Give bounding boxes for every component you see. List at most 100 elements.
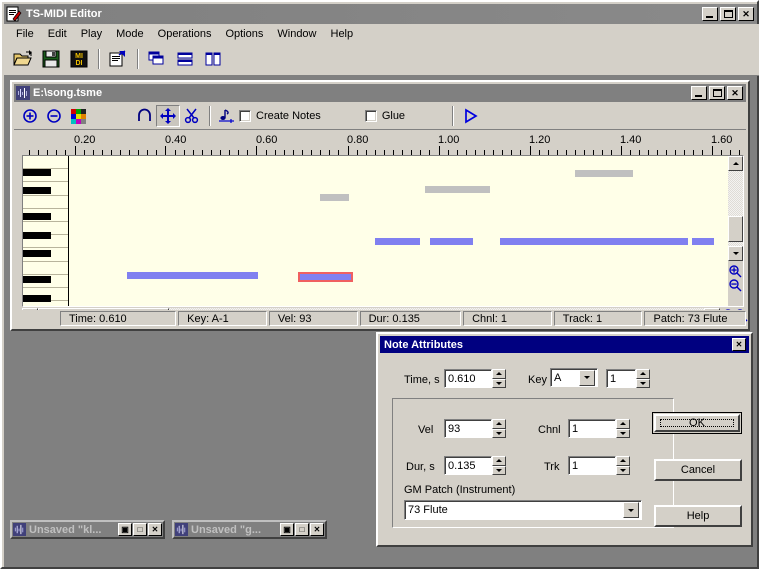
menu-file[interactable]: File <box>9 26 41 42</box>
octave-spinner[interactable] <box>636 369 650 388</box>
save-file-button[interactable] <box>38 47 64 72</box>
maximize-button[interactable] <box>720 7 736 21</box>
play-triangle-icon[interactable] <box>458 105 482 127</box>
note[interactable] <box>375 238 420 245</box>
piano-white-key[interactable] <box>23 195 68 209</box>
note-ghost[interactable] <box>425 186 490 193</box>
app-title: TS-MIDI Editor <box>26 8 102 20</box>
ok-button[interactable]: OK <box>652 412 742 434</box>
editor-close-button[interactable]: ✕ <box>727 86 743 100</box>
chnl-field[interactable]: 1 <box>568 419 616 438</box>
dialog-title: Note Attributes <box>384 338 464 351</box>
menu-play[interactable]: Play <box>74 26 109 42</box>
note[interactable] <box>430 238 473 245</box>
note-tool-icon[interactable] <box>215 105 239 127</box>
gm-patch-value: 73 Flute <box>408 504 448 516</box>
piano-keyboard[interactable] <box>23 156 69 306</box>
chevron-down-icon[interactable] <box>623 502 639 518</box>
menu-mode[interactable]: Mode <box>109 26 151 42</box>
ruler-tick <box>621 146 622 155</box>
trk-field[interactable]: 1 <box>568 456 616 475</box>
ruler-label: 0.20 <box>74 134 96 146</box>
piano-black-key[interactable] <box>23 231 51 239</box>
ruler-tick <box>439 146 440 155</box>
menu-help[interactable]: Help <box>324 26 361 42</box>
time-field[interactable]: 0.610 <box>444 369 492 388</box>
window-controls: ✕ <box>702 7 754 21</box>
help-button[interactable]: Help <box>654 505 742 527</box>
note[interactable] <box>692 238 714 245</box>
piano-black-key[interactable] <box>23 213 51 221</box>
vertical-zoom-out-icon[interactable] <box>728 278 742 295</box>
close-button[interactable]: ✕ <box>738 7 754 21</box>
scissors-icon[interactable] <box>180 105 204 127</box>
piano-black-key[interactable] <box>23 250 51 258</box>
close-button[interactable]: ✕ <box>310 523 324 536</box>
menu-edit[interactable]: Edit <box>41 26 74 42</box>
trk-spinner[interactable] <box>616 456 630 475</box>
cancel-button[interactable]: Cancel <box>654 459 742 481</box>
maximize-button[interactable]: □ <box>295 523 309 536</box>
note[interactable] <box>500 238 688 245</box>
zoom-out-icon[interactable] <box>42 105 66 127</box>
tile-vertical-button[interactable] <box>200 47 226 72</box>
menu-options[interactable]: Options <box>218 26 270 42</box>
tile-horizontal-button[interactable] <box>172 47 198 72</box>
editor-toolbar-separator <box>204 105 215 127</box>
note-grid[interactable] <box>70 156 727 306</box>
minimized-window-kl[interactable]: Unsaved "kl... ▣ □ ✕ <box>10 520 165 539</box>
midi-button[interactable]: MI DI <box>66 47 92 72</box>
restore-button[interactable]: ▣ <box>280 523 294 536</box>
piano-white-key[interactable] <box>23 156 68 170</box>
minimized-window-g[interactable]: Unsaved "g... ▣ □ ✕ <box>172 520 327 539</box>
minimize-button[interactable] <box>702 7 718 21</box>
vel-field[interactable]: 93 <box>444 419 492 438</box>
maximize-button[interactable]: □ <box>133 523 147 536</box>
zoom-in-icon[interactable] <box>18 105 42 127</box>
open-file-button[interactable] <box>10 47 36 72</box>
glue-checkbox[interactable] <box>364 110 377 122</box>
status-chnl: Chnl: 1 <box>463 311 552 326</box>
note[interactable] <box>127 272 258 279</box>
time-ruler[interactable]: 0.20 0.40 0.60 0.80 1.00 1.20 1.40 1.60 <box>22 133 744 156</box>
piano-black-key[interactable] <box>23 168 51 176</box>
scroll-up-button[interactable] <box>728 156 743 171</box>
note-selected[interactable] <box>298 272 353 282</box>
editor-maximize-button[interactable] <box>709 86 725 100</box>
note-ghost[interactable] <box>575 170 633 177</box>
note-ghost[interactable] <box>320 194 349 201</box>
piano-black-key[interactable] <box>23 294 51 302</box>
help-button-label: Help <box>686 510 710 522</box>
octave-field[interactable]: 1 <box>606 369 636 388</box>
scroll-down-button[interactable] <box>728 246 743 261</box>
minimized-window-title: Unsaved "kl... <box>29 523 102 536</box>
create-notes-checkbox[interactable] <box>239 110 251 122</box>
close-button[interactable]: ✕ <box>148 523 162 536</box>
cascade-windows-button[interactable] <box>144 47 170 72</box>
menu-window[interactable]: Window <box>270 26 323 42</box>
color-palette-icon[interactable] <box>66 105 90 127</box>
properties-button[interactable] <box>105 47 131 72</box>
vel-spinner[interactable] <box>492 419 506 438</box>
chnl-spinner[interactable] <box>616 419 630 438</box>
time-spinner[interactable] <box>492 369 506 388</box>
editor-minimize-button[interactable] <box>691 86 707 100</box>
vertical-scrollbar[interactable] <box>728 156 743 306</box>
key-select[interactable]: A <box>550 368 598 387</box>
piano-white-key[interactable] <box>23 261 68 275</box>
piano-black-key[interactable] <box>23 276 51 284</box>
menu-operations[interactable]: Operations <box>151 26 219 42</box>
piano-black-key[interactable] <box>23 186 51 194</box>
restore-button[interactable]: ▣ <box>118 523 132 536</box>
chevron-down-icon[interactable] <box>579 369 595 386</box>
dur-field[interactable]: 0.135 <box>444 456 492 475</box>
loop-icon[interactable] <box>132 105 156 127</box>
piano-roll <box>22 155 744 307</box>
editor-toolbar-separator <box>447 105 458 127</box>
vscroll-thumb[interactable] <box>728 216 743 242</box>
trk-label: Trk <box>544 461 560 473</box>
gm-patch-select[interactable]: 73 Flute <box>404 500 642 520</box>
move-tool-button[interactable] <box>156 105 180 127</box>
dur-spinner[interactable] <box>492 456 506 475</box>
dialog-close-button[interactable]: ✕ <box>732 338 746 351</box>
